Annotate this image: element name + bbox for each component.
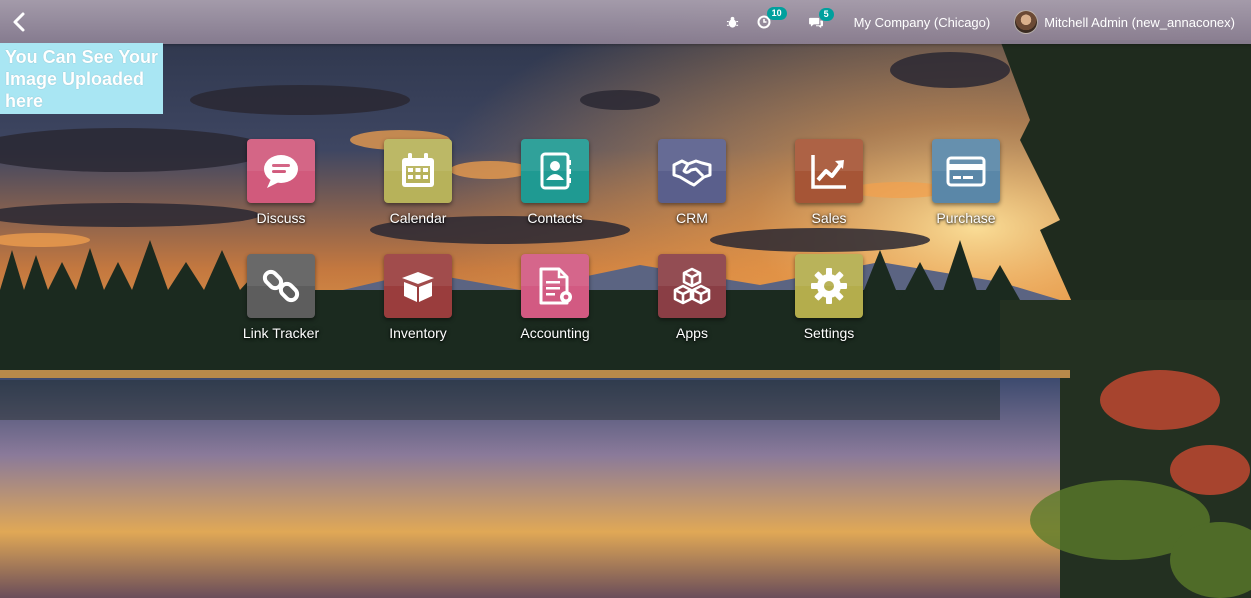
bug-icon	[726, 16, 738, 28]
activities-badge: 10	[766, 7, 787, 20]
app-crm[interactable]: CRM	[632, 139, 752, 226]
app-tile	[932, 139, 1000, 203]
gear-icon	[811, 268, 847, 304]
messages-button[interactable]: 5	[808, 7, 834, 29]
app-inventory[interactable]: Inventory	[358, 254, 478, 341]
app-label: Contacts	[527, 210, 583, 226]
user-name: Mitchell Admin (new_annaconex)	[1044, 14, 1235, 30]
trend-chart-icon	[811, 155, 846, 189]
chevron-left-icon	[13, 12, 25, 32]
top-navbar: 10 5 My Company (Chicago) Mitchell Admin…	[0, 0, 1251, 44]
handshake-icon	[672, 159, 712, 187]
app-label: Link Tracker	[242, 325, 320, 341]
app-label: Purchase	[936, 210, 996, 226]
app-label: Accounting	[520, 325, 590, 341]
app-tile	[247, 139, 315, 203]
app-label: Sales	[811, 210, 847, 226]
box-icon	[402, 272, 434, 302]
app-tile	[384, 139, 452, 203]
app-tile	[658, 139, 726, 203]
link-icon	[262, 269, 300, 303]
app-tile	[521, 139, 589, 203]
app-label: Settings	[803, 325, 855, 341]
app-label: Apps	[676, 325, 708, 341]
app-label: Discuss	[256, 210, 306, 226]
calendar-icon	[402, 153, 434, 187]
navbar-systray: 10 5 My Company (Chicago) Mitchell Admin…	[726, 0, 1251, 44]
app-tile	[658, 254, 726, 318]
app-label: CRM	[676, 210, 708, 226]
upload-note: You Can See Your Image Uploaded here	[0, 43, 163, 114]
app-tile	[384, 254, 452, 318]
app-tile	[795, 254, 863, 318]
company-switcher[interactable]: My Company (Chicago)	[854, 15, 991, 30]
credit-card-icon	[946, 156, 986, 187]
debug-button[interactable]	[726, 16, 739, 29]
address-book-icon	[540, 152, 571, 190]
app-purchase[interactable]: Purchase	[906, 139, 1026, 226]
company-name: My Company (Chicago)	[853, 14, 991, 30]
app-tile	[795, 139, 863, 203]
app-calendar[interactable]: Calendar	[358, 139, 478, 226]
app-contacts[interactable]: Contacts	[495, 139, 615, 226]
background-image	[0, 0, 1251, 598]
app-label: Inventory	[389, 325, 447, 341]
app-accounting[interactable]: Accounting	[495, 254, 615, 341]
chat-bubble-icon	[264, 155, 298, 188]
user-menu[interactable]: Mitchell Admin (new_annaconex)	[1014, 10, 1235, 34]
app-tile	[247, 254, 315, 318]
avatar	[1014, 10, 1039, 34]
app-sales[interactable]: Sales	[769, 139, 889, 226]
app-discuss[interactable]: Discuss	[221, 139, 341, 226]
app-apps[interactable]: Apps	[632, 254, 752, 341]
invoice-gear-icon	[539, 267, 572, 305]
app-link-tracker[interactable]: Link Tracker	[221, 254, 341, 341]
back-button[interactable]	[8, 10, 32, 34]
cubes-icon	[673, 267, 711, 305]
app-label: Calendar	[389, 210, 447, 226]
app-tile	[521, 254, 589, 318]
app-settings[interactable]: Settings	[769, 254, 889, 341]
messages-badge: 5	[818, 7, 834, 21]
activities-button[interactable]: 10	[757, 7, 787, 29]
